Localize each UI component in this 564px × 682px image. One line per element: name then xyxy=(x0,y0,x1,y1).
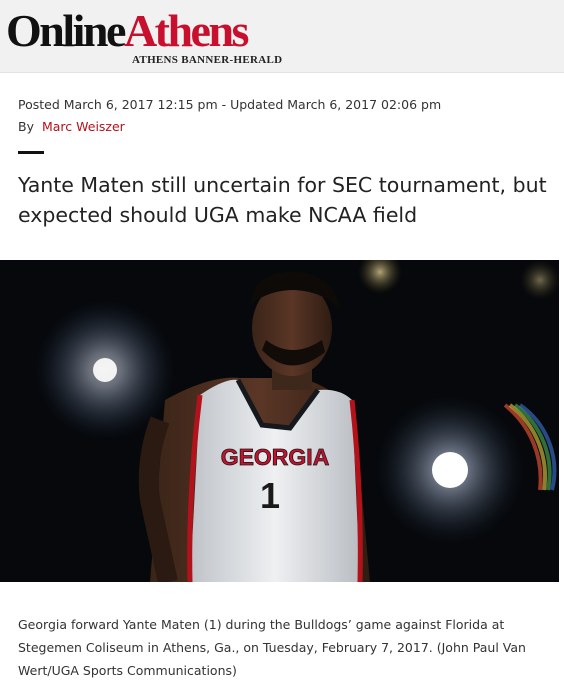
jersey-number: 1 xyxy=(260,475,280,516)
logo-tagline: Athens Banner-Herald xyxy=(132,54,283,66)
byline: By Marc Weiszer xyxy=(18,116,125,138)
article-photo[interactable]: GEORGIA 1 xyxy=(0,260,559,582)
article-headline: Yante Maten still uncertain for SEC tour… xyxy=(18,173,547,227)
photo-caption: Georgia forward Yante Maten (1) during t… xyxy=(18,616,526,678)
jersey-text: GEORGIA xyxy=(221,444,330,470)
logo-athens: Athens xyxy=(123,5,250,56)
headline-divider xyxy=(18,151,44,154)
logo-online: Online xyxy=(6,5,126,56)
photo-illustration: GEORGIA 1 xyxy=(0,260,559,582)
site-logo[interactable]: OnlineAthens xyxy=(6,5,250,56)
masthead: OnlineAthens Athens Banner-Herald xyxy=(0,0,564,73)
byline-label: By xyxy=(18,119,34,134)
post-dates: Posted March 6, 2017 12:15 pm - Updated … xyxy=(18,97,442,112)
author-link[interactable]: Marc Weiszer xyxy=(42,119,125,134)
